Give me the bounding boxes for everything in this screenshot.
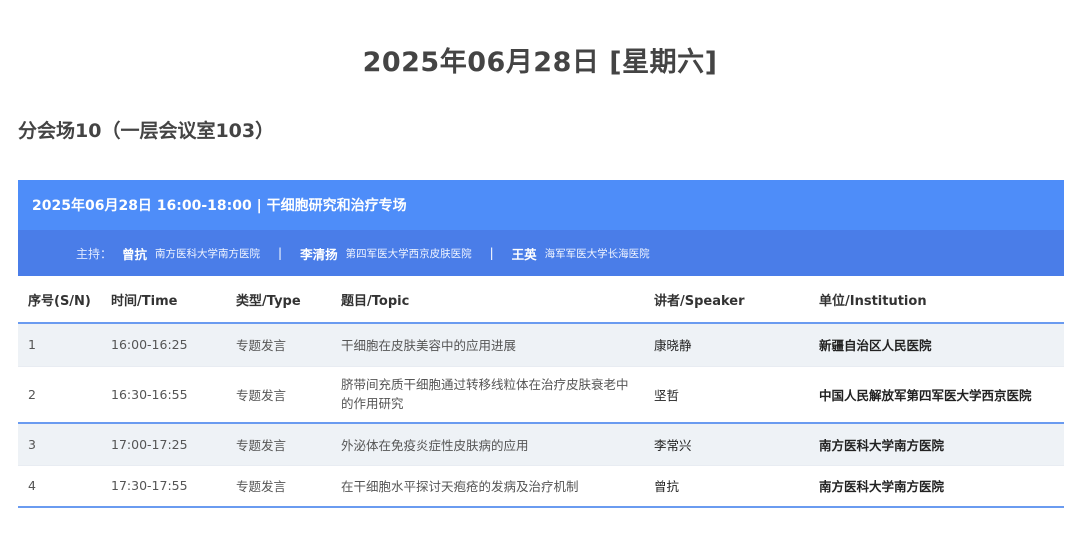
cell-speaker: 曾抗	[644, 465, 809, 508]
cell-institution: 中国人民解放军第四军医大学西京医院	[809, 366, 1064, 424]
cell-type: 专题发言	[226, 465, 331, 508]
cell-time: 16:00-16:25	[101, 323, 226, 367]
column-header-speaker: 讲者/Speaker	[644, 276, 809, 324]
table-row: 1 16:00-16:25 专题发言 干细胞在皮肤美容中的应用进展 康晓静 新疆…	[18, 323, 1064, 367]
host-bar: 主持： 曾抗 南方医科大学南方医院 | 李清扬 第四军医大学西京皮肤医院 | 王…	[18, 230, 1064, 276]
cell-type: 专题发言	[226, 366, 331, 424]
host-institution: 第四军医大学西京皮肤医院	[345, 247, 472, 260]
session-title: 2025年06月28日 16:00-18:00 | 干细胞研究和治疗专场	[32, 198, 407, 214]
table-row: 4 17:30-17:55 专题发言 在干细胞水平探讨天疱疮的发病及治疗机制 曾…	[18, 465, 1064, 508]
table-row: 2 16:30-16:55 专题发言 脐带间充质干细胞通过转移线粒体在治疗皮肤衰…	[18, 366, 1064, 424]
cell-institution: 南方医科大学南方医院	[809, 423, 1064, 466]
host-name: 李清扬	[300, 246, 338, 262]
cell-sn: 4	[18, 465, 101, 508]
host-separator: |	[278, 246, 283, 260]
table-header-row: 序号(S/N) 时间/Time 类型/Type 题目/Topic 讲者/Spea…	[18, 276, 1064, 324]
cell-speaker: 康晓静	[644, 323, 809, 367]
session-header: 2025年06月28日 16:00-18:00 | 干细胞研究和治疗专场	[18, 180, 1064, 230]
host-institution: 海军军医大学长海医院	[544, 247, 650, 260]
host-name: 王英	[511, 246, 537, 262]
host-label: 主持：	[76, 246, 113, 261]
cell-institution: 南方医科大学南方医院	[809, 465, 1064, 508]
cell-type: 专题发言	[226, 423, 331, 466]
cell-time: 17:00-17:25	[101, 423, 226, 466]
column-header-topic: 题目/Topic	[331, 276, 644, 324]
schedule-table: 序号(S/N) 时间/Time 类型/Type 题目/Topic 讲者/Spea…	[18, 276, 1064, 508]
cell-topic: 干细胞在皮肤美容中的应用进展	[331, 323, 644, 367]
cell-topic: 在干细胞水平探讨天疱疮的发病及治疗机制	[331, 465, 644, 508]
session-block: 2025年06月28日 16:00-18:00 | 干细胞研究和治疗专场 主持：…	[18, 180, 1064, 508]
cell-institution: 新疆自治区人民医院	[809, 323, 1064, 367]
cell-speaker: 李常兴	[644, 423, 809, 466]
cell-sn: 3	[18, 423, 101, 466]
cell-time: 17:30-17:55	[101, 465, 226, 508]
cell-time: 16:30-16:55	[101, 366, 226, 424]
cell-sn: 2	[18, 366, 101, 424]
table-row: 3 17:00-17:25 专题发言 外泌体在免疫炎症性皮肤病的应用 李常兴 南…	[18, 423, 1064, 466]
cell-speaker: 坚哲	[644, 366, 809, 424]
column-header-time: 时间/Time	[101, 276, 226, 324]
host-separator: |	[489, 246, 494, 260]
cell-topic: 外泌体在免疫炎症性皮肤病的应用	[331, 423, 644, 466]
host-institution: 南方医科大学南方医院	[155, 247, 261, 260]
host-name: 曾抗	[122, 246, 148, 262]
venue-title: 分会场10（一层会议室103）	[18, 120, 275, 142]
column-header-institution: 单位/Institution	[809, 276, 1064, 324]
column-header-type: 类型/Type	[226, 276, 331, 324]
cell-sn: 1	[18, 323, 101, 367]
cell-topic: 脐带间充质干细胞通过转移线粒体在治疗皮肤衰老中的作用研究	[331, 366, 644, 424]
page-date-heading: 2025年06月28日 [星期六]	[362, 47, 718, 78]
cell-type: 专题发言	[226, 323, 331, 367]
column-header-sn: 序号(S/N)	[18, 276, 101, 324]
